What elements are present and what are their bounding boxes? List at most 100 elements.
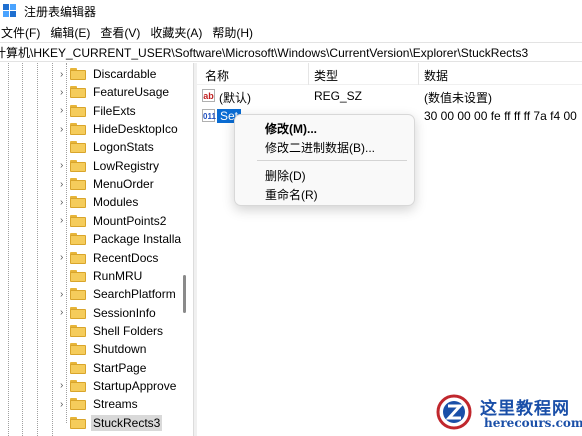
folder-icon [70, 178, 86, 191]
column-name-header[interactable]: 名称 [205, 67, 229, 84]
tree-item-label: HideDesktopIco [93, 122, 178, 137]
context-menu: 修改(M)... 修改二进制数据(B)... 删除(D) 重命名(R) [234, 114, 415, 206]
tree-item[interactable]: StartPage [60, 359, 148, 377]
expand-chevron-icon[interactable]: › [60, 105, 68, 116]
tree-item[interactable]: Package Installa [60, 230, 183, 248]
tree-item-label: Streams [93, 397, 138, 412]
registry-editor-icon [3, 4, 17, 18]
folder-icon [70, 416, 86, 429]
tree-item[interactable]: › FeatureUsage [60, 83, 171, 101]
tree-item[interactable]: › MountPoints2 [60, 212, 168, 230]
tree-item[interactable]: › StartupApprove [60, 377, 178, 395]
folder-icon [70, 159, 86, 172]
folder-icon [70, 361, 86, 374]
column-divider[interactable] [418, 63, 419, 85]
tree-item-label: StuckRects3 [91, 414, 163, 431]
tree-item[interactable]: › MenuOrder [60, 175, 156, 193]
expand-chevron-icon[interactable]: › [60, 252, 68, 263]
menu-favorites[interactable]: 收藏夹(A) [149, 24, 207, 41]
column-type-header[interactable]: 类型 [314, 67, 338, 84]
value-data: 30 00 00 00 fe ff ff ff 7a f4 00 [424, 109, 577, 123]
tree-item-label: Package Installa [93, 232, 182, 247]
folder-icon [70, 141, 86, 154]
folder-icon [70, 269, 86, 282]
menu-edit[interactable]: 编辑(E) [49, 24, 95, 41]
menu-modify-binary[interactable]: 修改二进制数据(B)... [265, 139, 375, 156]
menu-file[interactable]: 文件(F) [0, 24, 45, 41]
folder-icon [70, 343, 86, 356]
tree-item-label: FeatureUsage [93, 85, 170, 100]
expand-chevron-icon[interactable]: › [60, 380, 68, 391]
expand-chevron-icon[interactable]: › [60, 197, 68, 208]
tree-item-label: LogonStats [93, 140, 154, 155]
tree-item[interactable]: › SessionInfo [60, 304, 158, 322]
tree-guide-line [52, 63, 53, 436]
key-tree[interactable]: › Discardable › FeatureUsage › FileExts › HideD… [0, 63, 193, 436]
site-watermark: 这里教程网 herecours.com [432, 390, 582, 436]
tree-item-label: Modules [93, 195, 139, 210]
column-divider[interactable] [308, 63, 309, 85]
watermark-logo-icon [436, 394, 472, 430]
folder-icon [70, 324, 86, 337]
menu-modify[interactable]: 修改(M)... [265, 120, 317, 137]
menu-help[interactable]: 帮助(H) [211, 24, 258, 41]
address-bar[interactable]: 计算机\HKEY_CURRENT_USER\Software\Microsoft… [0, 42, 582, 62]
expand-chevron-icon[interactable]: › [60, 160, 68, 171]
tree-item-label: Shutdown [93, 342, 147, 357]
list-header: 名称 类型 数据 [197, 63, 582, 85]
value-type: REG_SZ [314, 89, 363, 103]
tree-item-label: LowRegistry [93, 158, 160, 173]
tree-item-label: Discardable [93, 67, 157, 81]
tree-item[interactable]: › Modules [60, 193, 140, 211]
expand-chevron-icon[interactable]: › [60, 124, 68, 135]
folder-icon [70, 251, 86, 264]
address-path[interactable]: 计算机\HKEY_CURRENT_USER\Software\Microsoft… [0, 44, 528, 61]
folder-icon [70, 398, 86, 411]
tree-item-label: RunMRU [93, 268, 143, 283]
tree-item-label: RecentDocs [93, 250, 159, 265]
tree-guide-line [22, 63, 23, 436]
tree-item-label: MountPoints2 [93, 213, 167, 228]
tree-item-label: Shell Folders [93, 323, 164, 338]
title-bar: 注册表编辑器 [0, 0, 582, 22]
value-row[interactable]: ab (默认) REG_SZ (数值未设置) [197, 87, 582, 105]
tree-item-label: SessionInfo [93, 305, 156, 320]
expand-chevron-icon[interactable]: › [60, 307, 68, 318]
folder-icon [70, 196, 86, 209]
value-name: (默认) [219, 91, 251, 105]
folder-icon [70, 68, 86, 80]
menu-delete[interactable]: 删除(D) [265, 167, 306, 184]
expand-chevron-icon[interactable]: › [60, 289, 68, 300]
tree-item[interactable]: Shutdown [60, 340, 148, 358]
tree-scrollbar-thumb[interactable] [183, 275, 186, 313]
folder-icon [70, 306, 86, 319]
expand-chevron-icon[interactable]: › [60, 399, 68, 410]
tree-item[interactable]: › RecentDocs [60, 249, 160, 267]
tree-item-label: MenuOrder [93, 177, 154, 192]
tree-item[interactable]: RunMRU [60, 267, 144, 285]
binary-value-icon: 011 [202, 109, 216, 122]
tree-item[interactable]: › FileExts [60, 102, 138, 120]
expand-chevron-icon[interactable]: › [60, 87, 68, 98]
menu-view[interactable]: 查看(V) [99, 24, 145, 41]
tree-item[interactable]: StuckRects3 [60, 414, 163, 432]
tree-guide-line [8, 63, 9, 436]
string-value-icon: ab [202, 89, 215, 102]
tree-item[interactable]: › Discardable [60, 65, 158, 83]
tree-guide-line [37, 63, 38, 436]
menu-rename[interactable]: 重命名(R) [265, 186, 318, 203]
tree-item[interactable]: LogonStats [60, 138, 156, 156]
expand-chevron-icon[interactable]: › [60, 69, 68, 80]
watermark-url: herecours.com [484, 416, 582, 430]
expand-chevron-icon[interactable]: › [60, 215, 68, 226]
tree-item[interactable]: › LowRegistry [60, 157, 161, 175]
folder-icon [70, 379, 86, 392]
tree-item[interactable]: › Streams [60, 395, 140, 413]
tree-item-label: StartPage [93, 360, 147, 375]
tree-item[interactable]: › HideDesktopIco [60, 120, 180, 138]
expand-chevron-icon[interactable]: › [60, 179, 68, 190]
tree-item[interactable]: › SearchPlatform [60, 285, 178, 303]
column-data-header[interactable]: 数据 [424, 67, 448, 84]
tree-item[interactable]: Shell Folders [60, 322, 165, 340]
folder-icon [70, 86, 86, 99]
